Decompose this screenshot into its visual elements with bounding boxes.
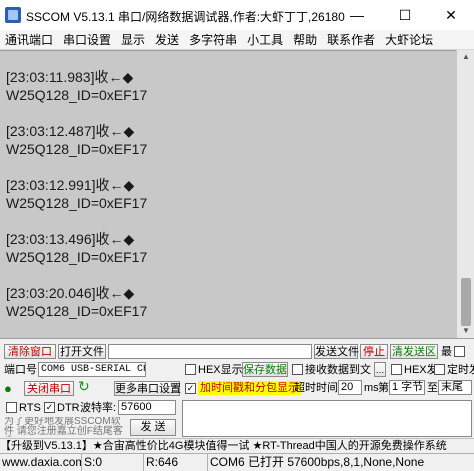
menu-forum[interactable]: 大虾论坛 — [380, 31, 438, 48]
menu-send[interactable]: 发送 — [150, 31, 184, 48]
receive-data: W25Q128_ID=0xEF17 — [6, 195, 148, 211]
minimize-button[interactable]: — — [334, 0, 380, 30]
receive-header: [23:03:12.487]收←◆ — [6, 123, 135, 139]
timeout-label: 超时时间: — [294, 382, 342, 394]
receive-data: W25Q128_ID=0xEF17 — [6, 303, 148, 319]
receive-header: [23:03:12.991]收←◆ — [6, 177, 135, 193]
last-label: 最 — [441, 346, 452, 358]
receive-header: [23:03:20.046]收←◆ — [6, 285, 135, 301]
hex-display-label: HEX显示 — [198, 364, 243, 376]
status-bar: www.daxia.com S:0 R:646 COM6 已打开 57600bp… — [0, 453, 474, 471]
scroll-thumb[interactable] — [461, 278, 471, 326]
send-button[interactable]: 发 送 — [130, 419, 176, 436]
byte-label: 第 — [378, 382, 389, 394]
status-sent-count: S:0 — [82, 454, 144, 471]
byte-to-label: 至 — [427, 382, 438, 394]
close-button[interactable]: ✕ — [428, 0, 474, 30]
hex-display-checkbox[interactable] — [185, 364, 196, 375]
dtr-label: DTR — [57, 402, 80, 414]
clear-window-button[interactable]: 清除窗口 — [4, 344, 56, 359]
open-file-button[interactable]: 打开文件 — [58, 344, 106, 359]
timeout-input[interactable]: 20 — [338, 380, 362, 395]
byte-end-select[interactable]: 末尾 — [438, 380, 472, 395]
menu-contact[interactable]: 联系作者 — [322, 31, 380, 48]
receive-data: W25Q128_ID=0xEF17 — [6, 141, 148, 157]
recv-to-file-label: 接收数据到文 — [305, 364, 371, 376]
byte-start-select[interactable]: 1 字节 — [389, 380, 425, 395]
file-path-field[interactable] — [108, 344, 312, 359]
menu-help[interactable]: 帮助 — [288, 31, 322, 48]
menu-serial-settings[interactable]: 串口设置 — [58, 31, 116, 48]
hex-send-checkbox[interactable] — [391, 364, 402, 375]
refresh-icon[interactable]: ↻ — [78, 379, 90, 393]
receive-header: [23:03:11.983]收←◆ — [6, 69, 134, 85]
status-website[interactable]: www.daxia.com — [0, 454, 82, 471]
timestamp-label: 加时间戳和分包显示 — [198, 381, 301, 395]
dtr-checkbox[interactable]: ✓ — [44, 402, 55, 413]
scroll-down-icon[interactable]: ▼ — [457, 324, 474, 338]
menu-display[interactable]: 显示 — [116, 31, 150, 48]
menu-bar: 通讯端口 串口设置 显示 发送 多字符串 小工具 帮助 联系作者 大虾论坛 — [0, 30, 474, 50]
baud-select[interactable]: 57600 — [118, 400, 176, 415]
receive-data: W25Q128_ID=0xEF17 — [6, 87, 148, 103]
maximize-button[interactable]: ☐ — [382, 0, 428, 30]
rts-label: RTS — [19, 402, 41, 414]
status-port: COM6 已打开 57600bps,8,1,None,None — [210, 455, 425, 469]
timestamp-checkbox[interactable]: ✓ — [185, 383, 196, 394]
app-icon — [5, 7, 21, 23]
register-notice: 为了更好地发展SSCOM软件 请您注册嘉立创F结尾客户 — [4, 417, 123, 437]
rts-checkbox[interactable] — [6, 402, 17, 413]
status-received-count: R:646 — [144, 454, 208, 471]
window-title: SSCOM V5.13.1 串口/网络数据调试器,作者:大虾丁丁,26180 — [26, 10, 345, 24]
menu-multi-string[interactable]: 多字符串 — [184, 31, 242, 48]
receive-data: W25Q128_ID=0xEF17 — [6, 249, 148, 265]
port-label: 端口号 — [4, 364, 37, 376]
save-data-button[interactable]: 保存数据 — [242, 362, 288, 377]
send-file-button[interactable]: 发送文件 — [314, 344, 359, 359]
close-port-button[interactable]: 关闭串口 — [24, 381, 74, 396]
recv-to-file-checkbox[interactable] — [292, 364, 303, 375]
recv-file-browse-button[interactable]: … — [374, 362, 386, 377]
control-panel: 清除窗口 打开文件 发送文件 停止 清发送区 最 端口号 COM6 USB-SE… — [0, 338, 474, 439]
port-select[interactable]: COM6 USB-SERIAL CH340 — [38, 362, 146, 377]
title-bar: SSCOM V5.13.1 串口/网络数据调试器,作者:大虾丁丁,26180 —… — [0, 0, 474, 31]
timeout-unit: ms — [364, 382, 379, 394]
more-serial-settings-button[interactable]: 更多串口设置 — [114, 381, 181, 396]
hex-send-label: HEX发 — [404, 364, 438, 376]
receive-header: [23:03:13.496]收←◆ — [6, 231, 135, 247]
send-text-input[interactable] — [182, 400, 472, 437]
scroll-up-icon[interactable]: ▲ — [457, 50, 474, 64]
menu-port[interactable]: 通讯端口 — [0, 31, 58, 48]
timed-send-checkbox[interactable] — [434, 364, 445, 375]
timed-send-label: 定时发 — [447, 364, 474, 376]
vertical-scrollbar[interactable]: ▲ ▼ — [456, 50, 474, 338]
menu-tools[interactable]: 小工具 — [242, 31, 288, 48]
clear-send-button[interactable]: 清发送区 — [390, 344, 438, 359]
port-status-icon: ● — [4, 381, 12, 396]
english-checkbox[interactable] — [454, 346, 465, 357]
ad-bar[interactable]: 【升级到V5.13.1】★合宙高性价比4G模块值得一试 ★RT-Thread中国… — [0, 438, 474, 454]
receive-area[interactable]: [23:03:11.983]收←◆ W25Q128_ID=0xEF17 [23:… — [0, 50, 456, 339]
stop-button[interactable]: 停止 — [360, 344, 388, 359]
baud-label: 波特率: — [80, 402, 117, 414]
